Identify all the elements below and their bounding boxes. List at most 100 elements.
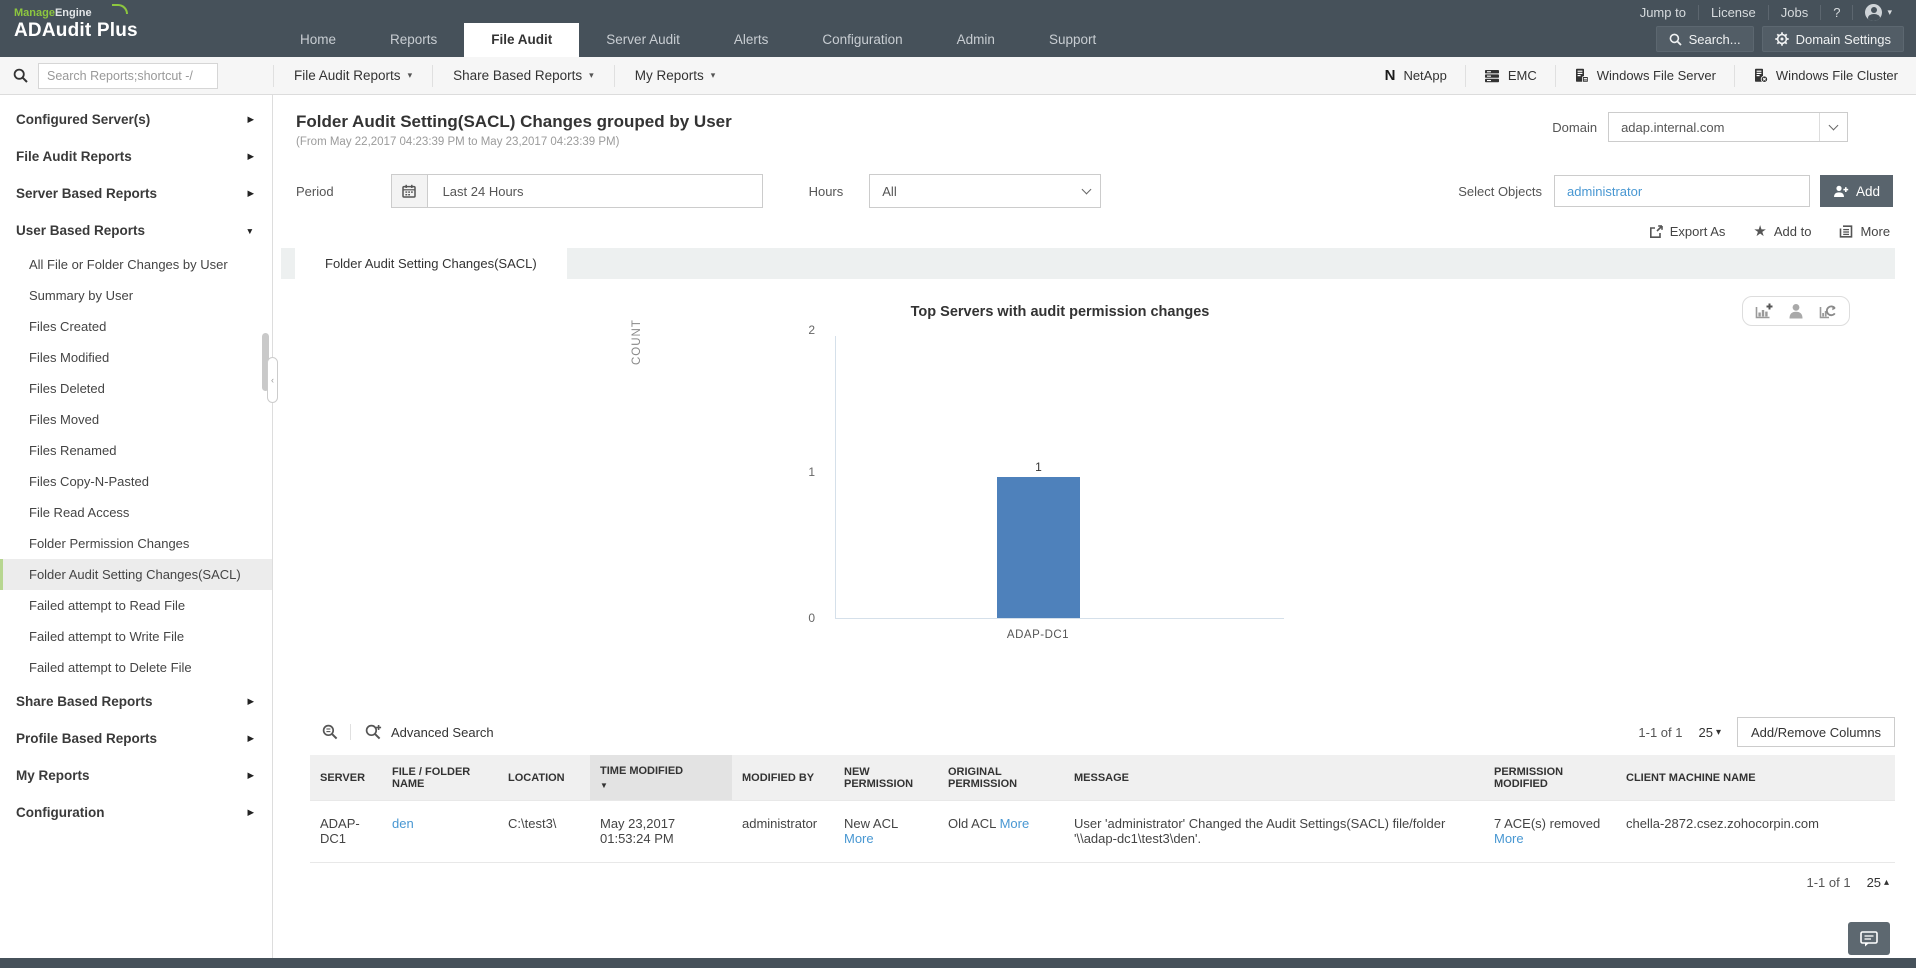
calendar-icon: [391, 175, 428, 207]
add-to-button[interactable]: ★ Add to: [1753, 224, 1811, 239]
domain-settings-button[interactable]: Domain Settings: [1761, 26, 1904, 52]
more-button[interactable]: More: [1839, 224, 1890, 239]
sidebar-item[interactable]: Summary by User: [0, 280, 272, 311]
sidebar-item[interactable]: Files Modified: [0, 342, 272, 373]
help-button[interactable]: ?: [1821, 5, 1854, 20]
col-modified-by[interactable]: MODIFIED BY: [732, 755, 834, 801]
refresh-chart-icon[interactable]: [1819, 303, 1837, 319]
header-buttons: Search... Domain Settings: [1655, 26, 1904, 52]
col-file-folder-name[interactable]: FILE / FOLDER NAME: [382, 755, 498, 801]
filter-row: Period Last 24 Hours Hours All Select Ob…: [273, 174, 1916, 208]
user-menu[interactable]: ▾: [1853, 4, 1904, 21]
chevron-right-icon: ▶: [247, 770, 254, 780]
menu-my-reports[interactable]: My Reports ▾: [613, 64, 736, 87]
sidebar-item[interactable]: Files Deleted: [0, 373, 272, 404]
add-object-button[interactable]: Add: [1820, 175, 1894, 207]
col-permission-modified[interactable]: PERMISSION MODIFIED: [1484, 755, 1616, 801]
domain-select[interactable]: adap.internal.com: [1608, 112, 1849, 142]
sidebar-item[interactable]: Folder Audit Setting Changes(SACL): [0, 559, 272, 590]
col-server[interactable]: SERVER: [310, 755, 382, 801]
sidebar-section[interactable]: Server Based Reports ▶: [0, 175, 272, 212]
sidebar-item[interactable]: Files Renamed: [0, 435, 272, 466]
page-size-dropdown[interactable]: 25 ▾: [1699, 725, 1722, 740]
nav-tab[interactable]: Configuration: [795, 23, 929, 57]
sidebar-collapse-handle[interactable]: ‹: [267, 357, 278, 403]
col-time-modified[interactable]: TIME MODIFIED ▼: [590, 755, 732, 801]
y-tick-1: 1: [808, 465, 815, 479]
col-message[interactable]: MESSAGE: [1064, 755, 1484, 801]
sidebar-item[interactable]: Failed attempt to Delete File: [0, 652, 272, 683]
global-search-button[interactable]: Search...: [1655, 26, 1754, 52]
period-value: Last 24 Hours: [442, 183, 524, 199]
col-location[interactable]: LOCATION: [498, 755, 590, 801]
col-client-machine-name[interactable]: CLIENT MACHINE NAME: [1616, 755, 1896, 801]
sidebar-section[interactable]: My Reports ▶: [0, 757, 272, 794]
sidebar-section-user-based-reports[interactable]: User Based Reports ▼: [0, 212, 272, 249]
file-name-link[interactable]: den: [392, 816, 414, 831]
col-original-permission[interactable]: ORIGINAL PERMISSION: [938, 755, 1064, 801]
y-tick-0: 0: [808, 611, 815, 625]
nav-tab[interactable]: Reports: [363, 23, 464, 57]
advanced-search-button[interactable]: Advanced Search: [351, 724, 508, 740]
chart-bar[interactable]: [997, 477, 1080, 618]
add-object-label: Add: [1856, 183, 1881, 199]
page-size-dropdown-bottom[interactable]: 25 ▴: [1867, 875, 1890, 890]
jobs-link[interactable]: Jobs: [1769, 5, 1822, 20]
table-row: ADAP-DC1 den C:\test3\ May 23,2017 01:53…: [310, 800, 1896, 863]
results-toolbar: Advanced Search 1-1 of 1 25 ▾ Add/Remove…: [310, 709, 1896, 755]
file-server-icon: [1574, 68, 1589, 83]
group-by-user-icon[interactable]: [1788, 303, 1804, 319]
col-new-permission[interactable]: NEW PERMISSION: [834, 755, 938, 801]
original-permission-more-link[interactable]: More: [1000, 816, 1030, 831]
nav-tab[interactable]: File Audit: [464, 23, 580, 57]
sidebar-section[interactable]: Profile Based Reports ▶: [0, 720, 272, 757]
chat-bubble-icon: [1860, 930, 1878, 947]
jump-to-link[interactable]: Jump to: [1628, 5, 1699, 20]
menu-file-audit-reports[interactable]: File Audit Reports ▾: [273, 64, 432, 87]
sidebar-item[interactable]: File Read Access: [0, 497, 272, 528]
hours-select[interactable]: All: [869, 174, 1102, 208]
nav-tab[interactable]: Server Audit: [579, 23, 707, 57]
feedback-button[interactable]: [1848, 922, 1890, 955]
nav-tab[interactable]: Home: [273, 23, 363, 57]
windows-file-server-link[interactable]: Windows File Server: [1554, 64, 1734, 87]
netapp-link[interactable]: N NetApp: [1367, 65, 1465, 87]
page-size-value: 25: [1866, 875, 1882, 890]
add-chart-icon[interactable]: [1755, 303, 1773, 319]
sidebar-item[interactable]: Folder Permission Changes: [0, 528, 272, 559]
report-tab-active[interactable]: Folder Audit Setting Changes(SACL): [295, 248, 567, 279]
nav-tab[interactable]: Support: [1022, 23, 1123, 57]
sidebar-section[interactable]: Configuration ▶: [0, 794, 272, 831]
sidebar-item[interactable]: All File or Folder Changes by User: [0, 249, 272, 280]
caret-down-icon: ▾: [589, 70, 594, 80]
export-as-label: Export As: [1669, 224, 1726, 239]
report-search-input[interactable]: [38, 62, 218, 89]
license-link[interactable]: License: [1699, 5, 1769, 20]
nav-tab[interactable]: Alerts: [707, 23, 796, 57]
cell-new-permission: New ACL More: [834, 800, 938, 863]
add-remove-columns-button[interactable]: Add/Remove Columns: [1737, 717, 1896, 747]
emc-link[interactable]: EMC: [1464, 64, 1555, 87]
results-toolbar-right: 1-1 of 1 25 ▾ Add/Remove Columns: [1638, 717, 1896, 747]
sidebar-item[interactable]: Files Copy-N-Pasted: [0, 466, 272, 497]
bottom-bar: [0, 958, 1916, 968]
select-objects-input[interactable]: [1554, 175, 1811, 207]
sidebar-section[interactable]: File Audit Reports ▶: [0, 138, 272, 175]
period-picker[interactable]: Last 24 Hours: [390, 174, 763, 208]
export-as-button[interactable]: Export As: [1649, 224, 1726, 239]
sidebar-item[interactable]: Files Moved: [0, 404, 272, 435]
col-time-modified-label: TIME MODIFIED: [600, 765, 684, 777]
nav-tab[interactable]: Admin: [930, 23, 1022, 57]
windows-file-cluster-link[interactable]: Windows File Cluster: [1733, 64, 1916, 87]
chart-title: Top Servers with audit permission change…: [910, 304, 1210, 320]
sidebar-item[interactable]: Files Created: [0, 311, 272, 342]
quick-search-icon[interactable]: [310, 724, 351, 740]
sidebar-item[interactable]: Failed attempt to Write File: [0, 621, 272, 652]
new-permission-more-link[interactable]: More: [844, 831, 874, 846]
sidebar-item[interactable]: Failed attempt to Read File: [0, 590, 272, 621]
global-search-label: Search...: [1688, 31, 1741, 47]
sidebar-section[interactable]: Configured Server(s) ▶: [0, 101, 272, 138]
sidebar-section[interactable]: Share Based Reports ▶: [0, 683, 272, 720]
permission-modified-more-link[interactable]: More: [1494, 831, 1524, 846]
menu-share-based-reports[interactable]: Share Based Reports ▾: [432, 64, 614, 87]
